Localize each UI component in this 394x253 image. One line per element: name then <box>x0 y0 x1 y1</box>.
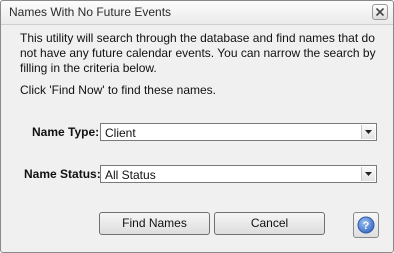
name-status-value: All Status <box>105 168 156 182</box>
description-text: This utility will search through the dat… <box>20 31 376 75</box>
chevron-down-icon <box>365 172 372 176</box>
title-bar: Names With No Future Events <box>1 1 393 25</box>
dialog-window: Names With No Future Events This utility… <box>0 0 394 253</box>
name-type-value: Client <box>105 126 136 140</box>
window-title: Names With No Future Events <box>9 5 172 19</box>
name-type-dropdown-button[interactable] <box>361 125 375 139</box>
name-status-select[interactable]: All Status <box>100 165 377 183</box>
svg-text:?: ? <box>363 220 370 232</box>
close-button[interactable] <box>372 4 388 20</box>
cancel-button[interactable]: Cancel <box>214 212 325 235</box>
chevron-down-icon <box>365 130 372 134</box>
find-names-button[interactable]: Find Names <box>99 212 210 235</box>
name-type-select[interactable]: Client <box>100 123 377 141</box>
hint-text: Click 'Find Now' to find these names. <box>20 83 216 97</box>
help-button[interactable]: ? <box>353 212 379 238</box>
name-status-dropdown-button[interactable] <box>361 167 375 181</box>
help-icon: ? <box>357 216 375 234</box>
dialog-body: This utility will search through the dat… <box>2 25 392 251</box>
name-type-label: Name Type: <box>32 125 100 139</box>
close-icon <box>376 8 384 16</box>
name-status-label: Name Status: <box>24 167 101 181</box>
